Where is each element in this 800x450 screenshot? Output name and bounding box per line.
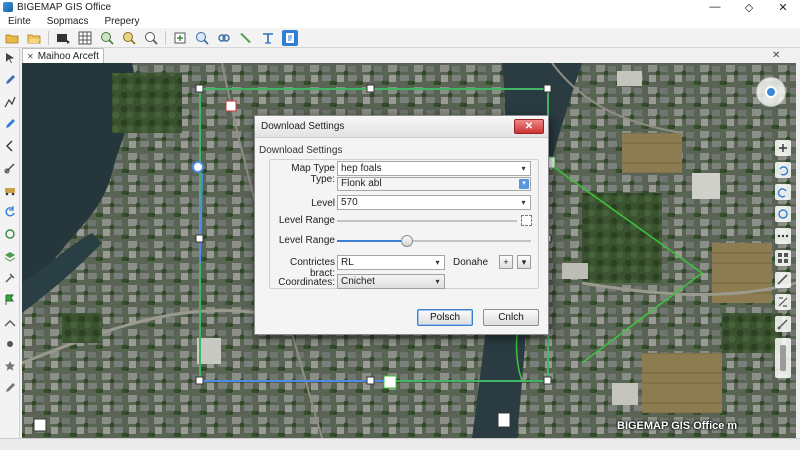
zoom-in-icon[interactable] [775, 140, 791, 156]
level-range-toggle[interactable] [521, 215, 532, 226]
level-label: Level [311, 198, 335, 209]
menu-item-prepery[interactable]: Prepery [104, 16, 139, 27]
measure-area-icon[interactable] [775, 294, 791, 310]
level-range-slider-2-thumb[interactable] [400, 235, 413, 247]
node-icon[interactable] [2, 336, 18, 352]
chevron-down-icon: ▾ [521, 164, 526, 173]
flag-icon[interactable] [2, 292, 18, 308]
app-logo-icon [3, 2, 13, 12]
scrollbar-handle[interactable] [775, 338, 791, 378]
map-type-value: hep foals [341, 163, 382, 174]
toolbar-separator [48, 30, 49, 45]
tab-close-icon[interactable]: ✕ [27, 52, 34, 61]
refresh-icon[interactable] [775, 206, 791, 222]
more-icon[interactable] [775, 228, 791, 244]
zoom-extent-icon[interactable] [121, 30, 137, 46]
add-layer-icon[interactable] [172, 30, 188, 46]
draw-icon[interactable] [2, 116, 18, 132]
close-window-button[interactable]: ✕ [766, 0, 800, 14]
route-icon[interactable] [2, 314, 18, 330]
measure-icon[interactable] [260, 30, 276, 46]
coordinates-base-suffix: Donahe [453, 257, 489, 268]
ok-button[interactable]: Polsch [417, 309, 473, 326]
document-tab[interactable]: ✕ Maihoo Arceft [22, 48, 104, 63]
left-tool-strip [0, 48, 20, 438]
star-icon[interactable] [2, 358, 18, 374]
scale-icon[interactable] [775, 316, 791, 332]
chevron-left-icon[interactable] [2, 138, 18, 154]
coordinate-options-button[interactable]: ▾ [517, 255, 531, 269]
main-toolbar [0, 28, 800, 48]
coordinates-base-value: RL [341, 257, 354, 268]
ruler-icon[interactable] [775, 272, 791, 288]
map-watermark: BIGEMAP GIS Office m [617, 420, 738, 432]
window-controls: — ◇ ✕ [698, 0, 800, 14]
dialog-close-button[interactable]: ✕ [514, 119, 544, 134]
rotate-icon[interactable] [2, 204, 18, 220]
vehicle-icon[interactable] [2, 182, 18, 198]
select-arrow-icon[interactable] [2, 50, 18, 66]
menu-item-sopmacs[interactable]: Sopmacs [47, 16, 89, 27]
coordinates-label: Coordinates: [278, 277, 335, 288]
coordinates-base-label: Contrictes bract: [289, 257, 335, 279]
layer-panel-icon[interactable] [282, 29, 298, 46]
map-type-select[interactable]: hep foals ▾ [337, 161, 531, 176]
redo-icon[interactable] [775, 184, 791, 200]
refresh-icon[interactable] [2, 226, 18, 242]
pin-icon[interactable] [238, 30, 254, 46]
level-range-slider-2-fill [337, 240, 407, 242]
pencil-icon[interactable] [2, 380, 18, 396]
level-input[interactable]: 570 ▾ [337, 195, 531, 210]
map-type-dropdown-option[interactable]: Flonk abl ▾ [337, 177, 531, 191]
menu-bar: Einte Sopmacs Prepery [0, 14, 800, 28]
coordinates-value: Cnichet [341, 276, 375, 287]
link-chain-icon[interactable] [2, 160, 18, 176]
add-coordinate-button[interactable]: + [499, 255, 513, 269]
window-title: BIGEMAP GIS Office [17, 1, 112, 13]
compass-center [765, 86, 777, 98]
level-range-label-2: Level Range [278, 235, 335, 246]
grid-icon[interactable] [77, 30, 93, 46]
map-type-option: Flonk abl [341, 178, 382, 189]
level-range-slider-1[interactable] [337, 220, 517, 222]
download-settings-dialog: Download Settings ✕ Download Settings Ma… [254, 115, 549, 335]
level-value: 570 [341, 197, 358, 208]
link-icon[interactable] [216, 30, 232, 46]
search-icon[interactable] [143, 30, 159, 46]
minimize-button[interactable]: — [698, 0, 732, 14]
edit-pen-icon[interactable] [2, 72, 18, 88]
cancel-button[interactable]: Cnlch [483, 309, 539, 326]
open-folder-icon[interactable] [26, 30, 42, 46]
group-label: Download Settings [259, 145, 343, 156]
tools-icon[interactable] [2, 270, 18, 286]
zoom-in-icon[interactable] [99, 30, 115, 46]
map-layer-icon[interactable] [2, 248, 18, 264]
folder-icon[interactable] [4, 30, 20, 46]
polyline-icon[interactable] [2, 94, 18, 110]
coordinates-base-select[interactable]: RL ▾ [337, 255, 445, 270]
chevron-down-icon: ▾ [435, 277, 440, 286]
undo-icon[interactable] [775, 162, 791, 178]
level-range-label-1: Level Range [278, 215, 335, 226]
grid-view-icon[interactable] [775, 250, 791, 266]
pointer-icon[interactable] [55, 30, 71, 46]
menu-item-einte[interactable]: Einte [8, 16, 31, 27]
compass-icon[interactable] [756, 77, 786, 107]
dropdown-arrow-icon: ▾ [519, 179, 529, 189]
chevron-down-icon: ▾ [435, 258, 440, 267]
right-tool-strip [772, 140, 794, 415]
dialog-title-bar: Download Settings ✕ [255, 116, 548, 138]
dialog-title: Download Settings [261, 121, 345, 132]
tab-label: Maihoo Arceft [37, 50, 99, 62]
toolbar-separator [165, 30, 166, 45]
title-bar: BIGEMAP GIS Office — ◇ ✕ [0, 0, 800, 14]
restore-button[interactable]: ◇ [732, 0, 766, 14]
coordinates-select[interactable]: Cnichet ▾ [337, 274, 445, 289]
map-type-label: Map Type Type: [291, 163, 335, 185]
zoom-out-icon[interactable] [194, 30, 210, 46]
status-bar [0, 438, 800, 450]
close-panel-icon[interactable]: ✕ [772, 50, 780, 61]
chevron-down-icon: ▾ [521, 198, 526, 207]
